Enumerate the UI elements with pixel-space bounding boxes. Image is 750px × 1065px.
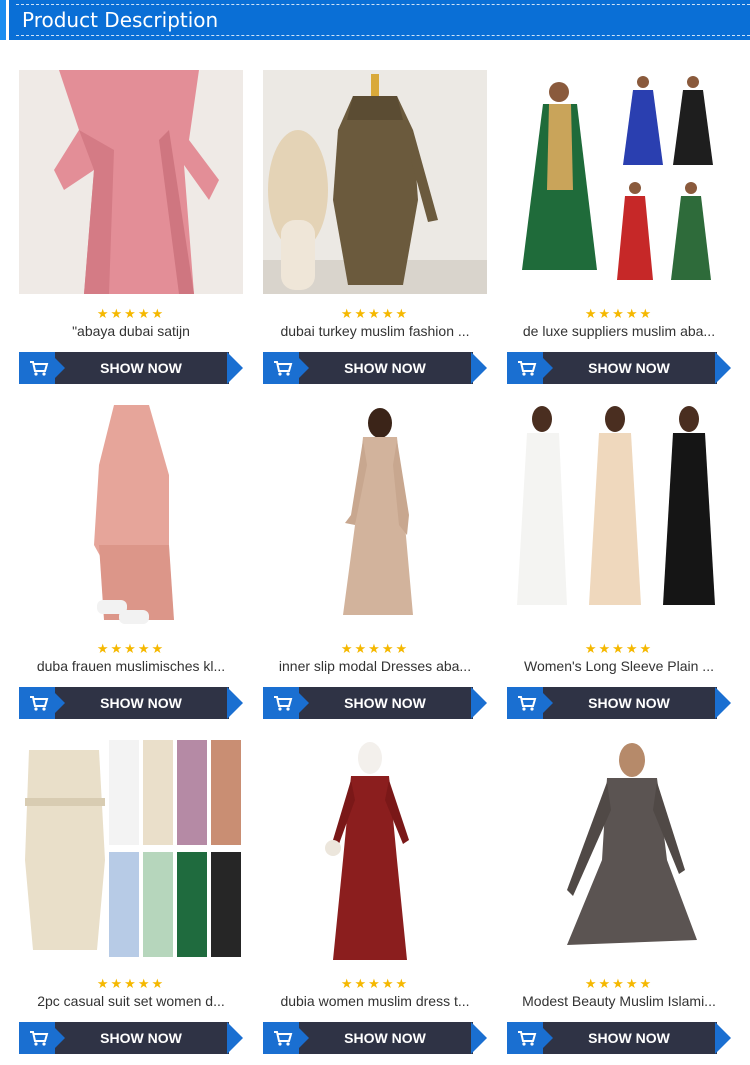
product-name[interactable]: dubai turkey muslim fashion ... [269,322,481,340]
product-image[interactable] [507,70,731,294]
show-now-button[interactable]: SHOW NOW [263,1022,489,1054]
cart-icon [274,696,293,711]
product-image[interactable] [263,405,487,629]
product-name[interactable]: duba frauen muslimisches kl... [25,657,237,675]
rating-stars: ★★★★★ [584,306,654,321]
rating-stars: ★★★★★ [96,976,166,991]
cart-icon [30,361,49,376]
show-now-label: SHOW NOW [588,695,670,711]
product-name[interactable]: Modest Beauty Muslim Islami... [513,992,725,1010]
rating-stars: ★★★★★ [584,976,654,991]
product-image[interactable] [263,70,487,294]
cart-icon [518,361,537,376]
rating-stars: ★★★★★ [96,306,166,321]
show-now-button[interactable]: SHOW NOW [507,687,733,719]
cart-icon [30,1031,49,1046]
cart-icon [274,1031,293,1046]
section-title: Product Description [22,8,219,32]
cart-icon [518,1031,537,1046]
show-now-button[interactable]: SHOW NOW [507,1022,733,1054]
rating-stars: ★★★★★ [340,641,410,656]
show-now-label: SHOW NOW [100,1030,182,1046]
rating-stars: ★★★★★ [584,641,654,656]
section-header: Product Description [0,0,750,40]
product-name[interactable]: 2pc casual suit set women d... [25,992,237,1010]
show-now-button[interactable]: SHOW NOW [507,352,733,384]
show-now-button[interactable]: SHOW NOW [19,352,245,384]
show-now-button[interactable]: SHOW NOW [263,687,489,719]
show-now-button[interactable]: SHOW NOW [19,687,245,719]
product-image[interactable] [263,740,487,964]
rating-stars: ★★★★★ [340,976,410,991]
product-name[interactable]: inner slip modal Dresses aba... [269,657,481,675]
show-now-label: SHOW NOW [588,1030,670,1046]
cart-icon [518,696,537,711]
show-now-label: SHOW NOW [100,695,182,711]
product-image[interactable] [19,405,243,629]
show-now-label: SHOW NOW [344,1030,426,1046]
show-now-label: SHOW NOW [588,360,670,376]
product-name[interactable]: de luxe suppliers muslim aba... [513,322,725,340]
show-now-button[interactable]: SHOW NOW [19,1022,245,1054]
show-now-label: SHOW NOW [344,695,426,711]
product-name[interactable]: "abaya dubai satijn [25,322,237,340]
cart-icon [274,361,293,376]
rating-stars: ★★★★★ [340,306,410,321]
product-name[interactable]: Women's Long Sleeve Plain ... [513,657,725,675]
product-image[interactable] [507,405,731,629]
show-now-label: SHOW NOW [344,360,426,376]
show-now-label: SHOW NOW [100,360,182,376]
product-image[interactable] [19,740,243,964]
show-now-button[interactable]: SHOW NOW [263,352,489,384]
product-name[interactable]: dubia women muslim dress t... [269,992,481,1010]
cart-icon [30,696,49,711]
product-image[interactable] [507,740,731,964]
header-accent-stripe [0,0,9,40]
product-image[interactable] [19,70,243,294]
rating-stars: ★★★★★ [96,641,166,656]
